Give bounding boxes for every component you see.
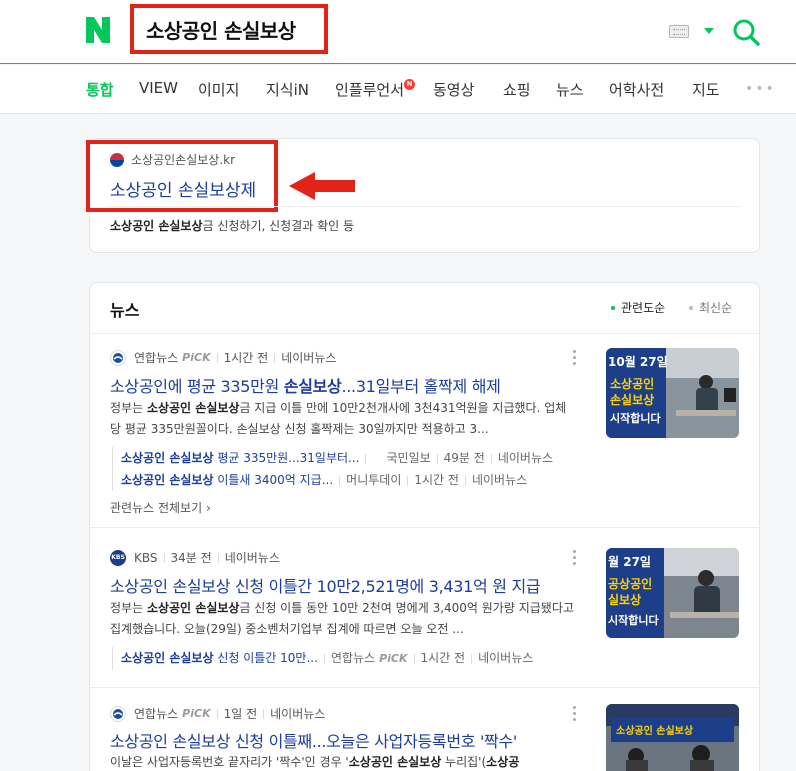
tab-knowledge[interactable]: 지식iN: [266, 79, 309, 100]
tab-shopping[interactable]: 쇼핑: [503, 79, 531, 100]
news-heading: 뉴스: [110, 301, 140, 320]
naver-logo[interactable]: [86, 17, 110, 43]
related-news-item[interactable]: 소상공인 손실보상 이틀새 3400억 지급... 머니투데이 1시간 전 네이버뉴스: [121, 469, 553, 491]
related-news-list: 소상공인 손실보상 평균 335만원...31일부터... 국민일보 49분 전 네이…: [112, 447, 553, 491]
search-icon[interactable]: [732, 18, 760, 46]
tab-images[interactable]: 이미지: [198, 79, 239, 100]
news-press-row: 연합뉴스 PiCK 1시간 전 네이버뉴스: [110, 349, 336, 366]
tab-dictionary[interactable]: 어학사전: [609, 79, 664, 100]
press-name[interactable]: 연합뉴스: [134, 705, 178, 722]
press-name[interactable]: 연합뉴스: [134, 349, 178, 366]
naver-news-link[interactable]: 네이버뉴스: [225, 549, 280, 566]
more-icon[interactable]: •••: [745, 81, 776, 97]
search-input[interactable]: 소상공인 손실보상: [130, 4, 328, 54]
divider: [89, 687, 760, 688]
divider: [109, 206, 741, 207]
svg-text:시작합니다: 시작합니다: [608, 613, 659, 627]
keyboard-icon[interactable]: [669, 25, 689, 38]
related-news-item[interactable]: 소상공인 손실보상 평균 335만원...31일부터... 국민일보 49분 전 네이…: [121, 447, 553, 469]
news-title-link[interactable]: 소상공인 손실보상 신청 이틀째...오늘은 사업자등록번호 '짝수': [110, 728, 517, 752]
highlight-box: [86, 140, 278, 212]
svg-text:월 27일: 월 27일: [608, 554, 651, 569]
svg-text:시작합니다: 시작합니다: [610, 411, 661, 425]
more-options-icon[interactable]: [573, 706, 577, 724]
news-thumbnail[interactable]: 월 27일 공상공인 실보상 시작합니다: [606, 548, 739, 638]
tab-influencer[interactable]: 인플루언서 N: [335, 79, 416, 100]
naver-news-link[interactable]: 네이버뉴스: [281, 349, 336, 366]
tab-news[interactable]: 뉴스: [556, 79, 584, 100]
news-press-row: 연합뉴스 PiCK 1일 전 네이버뉴스: [110, 705, 325, 722]
more-options-icon[interactable]: [573, 350, 577, 368]
news-press-row: KBS KBS 34분 전 네이버뉴스: [110, 549, 280, 566]
svg-text:실보상: 실보상: [608, 592, 641, 607]
search-query: 소상공인 손실보상: [146, 18, 296, 43]
news-title-link[interactable]: 소상공인에 평균 335만원 손실보상...31일부터 홀짝제 해제: [110, 373, 501, 397]
tab-integrated[interactable]: 통합: [86, 79, 114, 100]
news-title-link[interactable]: 소상공인 손실보상 신청 이틀간 10만2,521명에 3,431억 원 지급: [110, 573, 541, 597]
svg-text:10월 27일: 10월 27일: [608, 354, 668, 369]
naver-news-link[interactable]: 네이버뉴스: [270, 705, 325, 722]
tab-view[interactable]: VIEW: [139, 79, 178, 97]
tab-video[interactable]: 동영상: [433, 79, 474, 100]
sort-latest[interactable]: 최신순: [689, 299, 732, 316]
tab-map[interactable]: 지도: [692, 79, 720, 100]
news-description: 이날은 사업자등록번호 끝자리가 '짝수'인 경우 '소상공인 손실보상 누리집…: [110, 755, 520, 769]
news-time: 34분 전: [170, 551, 212, 565]
svg-text:공상공인: 공상공인: [608, 576, 652, 591]
sort-relevance[interactable]: 관련도순: [611, 299, 665, 316]
pick-badge: PiCK: [182, 707, 211, 720]
svg-text:소상공인: 소상공인: [610, 376, 654, 391]
red-arrow-icon: [289, 172, 355, 200]
press-name[interactable]: KBS: [134, 551, 158, 565]
news-description: 정부는 소상공인 손실보상금 지급 이틀 만에 10만2천개사에 3천431억원…: [110, 401, 567, 436]
related-news-list: 소상공인 손실보상 신청 이틀간 10만... 연합뉴스 PiCK 1시간 전 네이버뉴…: [112, 647, 533, 670]
new-badge: N: [404, 79, 416, 90]
svg-text:손실보상: 손실보상: [610, 392, 654, 407]
header: 소상공인 손실보상: [0, 0, 796, 64]
news-thumbnail[interactable]: 10월 27일 소상공인 손실보상 시작합니다: [606, 348, 739, 438]
chevron-down-icon[interactable]: [704, 28, 714, 34]
kbs-logo-icon: KBS: [110, 549, 126, 566]
pick-badge: PiCK: [182, 351, 211, 364]
news-time: 1일 전: [223, 707, 258, 721]
yonhap-logo-icon: [110, 705, 126, 722]
news-thumbnail[interactable]: 소상공인 손실보상: [606, 704, 739, 771]
tab-influencer-label: 인플루언서: [335, 81, 405, 99]
search-tabs: 통합 VIEW 이미지 지식iN 인플루언서 N 동영상 쇼핑 뉴스 어학사전 지…: [0, 65, 796, 114]
yonhap-logo-icon: [110, 349, 126, 366]
related-news-item[interactable]: 소상공인 손실보상 신청 이틀간 10만... 연합뉴스 PiCK 1시간 전 네이버뉴…: [121, 647, 533, 670]
news-time: 1시간 전: [223, 351, 269, 365]
news-description: 정부는 소상공인 손실보상금 신청 이틀 동안 10만 2천여 명에게 3,40…: [110, 601, 574, 636]
divider: [89, 527, 760, 528]
divider: [89, 333, 760, 334]
svg-text:소상공인 손실보상: 소상공인 손실보상: [616, 724, 694, 737]
all-related-news-link[interactable]: 관련뉴스 전체보기 ›: [110, 499, 211, 516]
site-description: 소상공인 손실보상금 신청하기, 신청결과 확인 등: [110, 219, 355, 233]
more-options-icon[interactable]: [573, 550, 577, 568]
